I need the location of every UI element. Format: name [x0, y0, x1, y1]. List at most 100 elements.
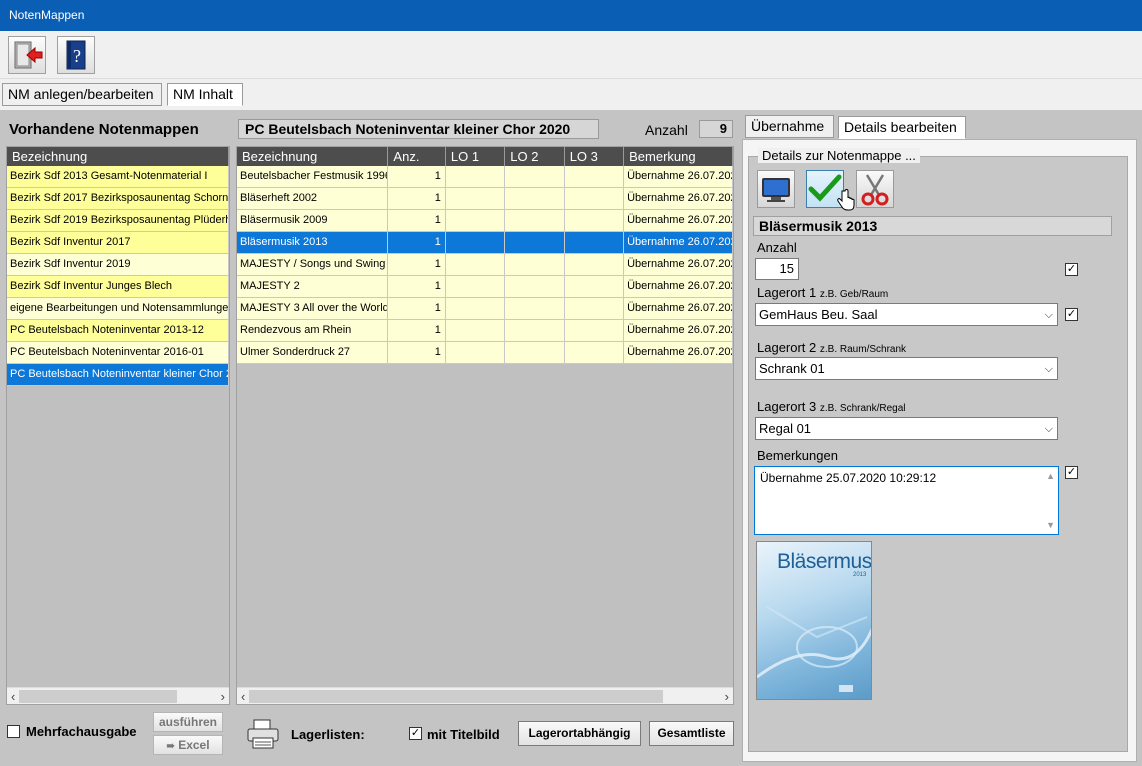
cut-button[interactable]: [856, 170, 894, 208]
list-item[interactable]: Bezirk Sdf 2017 Bezirksposaunentag Schor…: [7, 188, 229, 210]
notenmappen-rows: Bezirk Sdf 2013 Gesamt-Notenmaterial I Be…: [7, 166, 229, 386]
chevron-down-icon[interactable]: ⌵: [1045, 358, 1053, 380]
tab-nm-anlegen[interactable]: NM anlegen/bearbeiten: [2, 83, 162, 106]
scroll-thumb[interactable]: [19, 689, 178, 703]
bemerkungen-value: Übernahme 25.07.2020 10:29:12: [760, 471, 937, 485]
list-item[interactable]: Bezirk Sdf Inventur 2019: [7, 254, 229, 276]
table-row[interactable]: MAJESTY / Songs und Swing 1 Übernahme 26.0…: [237, 254, 733, 276]
lagerort3-select[interactable]: Regal 01 ⌵: [755, 417, 1058, 440]
table-cell-lo3: [565, 166, 625, 187]
help-button[interactable]: ?: [57, 36, 95, 74]
column-header[interactable]: LO 2: [505, 147, 565, 166]
mehrfachausgabe-label: Mehrfachausgabe: [26, 724, 137, 739]
table-row[interactable]: Bläserheft 2002 1 Übernahme 26.07.2020: [237, 188, 733, 210]
left-horizontal-scrollbar[interactable]: ‹ ›: [7, 687, 229, 704]
bemerkungen-checkbox[interactable]: ✓: [1065, 466, 1078, 479]
list-item[interactable]: PC Beutelsbach Noteninventar 2016-01: [7, 342, 229, 364]
count-value: 9: [699, 120, 733, 138]
scroll-left-icon[interactable]: ‹: [7, 689, 19, 704]
table-cell-lo3: [565, 188, 625, 209]
list-item[interactable]: Bezirk Sdf Inventur 2017: [7, 232, 229, 254]
column-header-bezeichnung[interactable]: Bezeichnung: [7, 147, 229, 166]
list-item-label: Bezirk Sdf 2017 Bezirksposaunentag Schor…: [7, 188, 229, 209]
lagerort1-value: GemHaus Beu. Saal: [759, 307, 878, 322]
list-item-label: Bezirk Sdf Inventur 2019: [7, 254, 229, 275]
table-cell-lo1: [446, 210, 506, 231]
table-cell-anz: 1: [388, 298, 446, 319]
lagerort1-hint: z.B. Geb/Raum: [819, 289, 889, 300]
arrow-right-icon: ➠: [166, 741, 175, 752]
column-header[interactable]: LO 1: [446, 147, 506, 166]
notenmappen-grid[interactable]: Bezeichnung Bezirk Sdf 2013 Gesamt-Noten…: [6, 146, 230, 705]
table-cell-lo1: [446, 320, 506, 341]
column-header[interactable]: Bemerkung: [624, 147, 733, 166]
lagerortabhaengig-button[interactable]: Lagerortabhängig: [518, 721, 641, 746]
lagerort1-select[interactable]: GemHaus Beu. Saal ⌵: [755, 303, 1058, 326]
exit-button[interactable]: [8, 36, 46, 74]
list-item[interactable]: Bezirk Sdf 2013 Gesamt-Notenmaterial I: [7, 166, 229, 188]
table-row[interactable]: Rendezvous am Rhein 1 Übernahme 26.07.2020: [237, 320, 733, 342]
printer-icon[interactable]: [246, 718, 280, 753]
tab-nm-inhalt[interactable]: NM Inhalt: [167, 83, 243, 106]
lagerort2-label: Lagerort 2 z.B. Raum/Schrank: [757, 340, 906, 355]
help-book-icon: ?: [66, 40, 86, 70]
anzahl-checkbox[interactable]: ✓: [1065, 263, 1078, 276]
mit-titelbild-checkbox[interactable]: ✓: [409, 727, 422, 740]
table-cell-lo1: [446, 254, 506, 275]
scroll-right-icon[interactable]: ›: [217, 689, 229, 704]
table-cell-bem: Übernahme 26.07.2020: [624, 254, 733, 275]
column-header[interactable]: Bezeichnung: [237, 147, 389, 166]
scroll-up-icon[interactable]: ▲: [1046, 471, 1055, 481]
table-row[interactable]: MAJESTY 2 1 Übernahme 26.07.2020: [237, 276, 733, 298]
list-item[interactable]: Bezirk Sdf Inventur Junges Blech: [7, 276, 229, 298]
chevron-down-icon[interactable]: ⌵: [1045, 304, 1053, 326]
list-item-label: eigene Bearbeitungen und Notensammlungen: [7, 298, 229, 319]
scroll-right-icon[interactable]: ›: [721, 689, 733, 704]
mehrfachausgabe-checkbox[interactable]: [7, 725, 20, 738]
table-cell-anz: 1: [388, 166, 446, 187]
inhalt-grid[interactable]: Bezeichnung Anz. LO 1 LO 2 LO 3 Bemerkung Beu…: [236, 146, 734, 705]
scroll-left-icon[interactable]: ‹: [237, 689, 249, 704]
chevron-down-icon[interactable]: ⌵: [1045, 418, 1053, 440]
list-item[interactable]: eigene Bearbeitungen und Notensammlungen: [7, 298, 229, 320]
scroll-down-icon[interactable]: ▼: [1046, 520, 1055, 530]
tab-uebernahme[interactable]: Übernahme: [745, 115, 834, 138]
table-row[interactable]: MAJESTY 3 All over the World 1 Übernahme 2…: [237, 298, 733, 320]
column-header[interactable]: LO 3: [565, 147, 625, 166]
lagerort2-label-text: Lagerort 2: [757, 340, 817, 355]
anzahl-input[interactable]: 15: [755, 258, 799, 280]
table-row[interactable]: Bläsermusik 2009 1 Übernahme 26.07.2020: [237, 210, 733, 232]
table-cell-lo3: [565, 276, 625, 297]
lagerort2-select[interactable]: Schrank 01 ⌵: [755, 357, 1058, 380]
table-cell-anz: 1: [388, 210, 446, 231]
list-item[interactable]: Bezirk Sdf 2019 Bezirksposaunentag Plüde…: [7, 210, 229, 232]
scroll-thumb[interactable]: [249, 689, 664, 703]
table-cell-lo1: [446, 166, 506, 187]
lagerort1-checkbox[interactable]: ✓: [1065, 308, 1078, 321]
ausfuehren-button[interactable]: ausführen: [153, 712, 223, 732]
gesamtliste-button[interactable]: Gesamtliste: [649, 721, 734, 746]
monitor-button[interactable]: [757, 170, 795, 208]
monitor-icon: [762, 178, 790, 202]
list-item[interactable]: PC Beutelsbach Noteninventar 2013-12: [7, 320, 229, 342]
tab-label: Übernahme: [751, 118, 825, 134]
table-row[interactable]: Beutelsbacher Festmusik 1996 1 Übernahme 2…: [237, 166, 733, 188]
tab-details-bearbeiten[interactable]: Details bearbeiten: [838, 116, 966, 139]
table-cell-lo1: [446, 188, 506, 209]
list-item[interactable]: PC Beutelsbach Noteninventar kleiner Cho…: [7, 364, 229, 386]
exit-door-icon: [14, 41, 43, 69]
save-check-button[interactable]: [806, 170, 855, 211]
center-horizontal-scrollbar[interactable]: ‹ ›: [237, 687, 733, 704]
column-header[interactable]: Anz.: [388, 147, 446, 166]
table-cell-bem: Übernahme 26.07.2020: [624, 276, 733, 297]
table-cell-anz: 1: [388, 276, 446, 297]
bemerkungen-textarea[interactable]: Übernahme 25.07.2020 10:29:12 ▲ ▼: [754, 466, 1059, 535]
list-item-label: Bezirk Sdf Inventur Junges Blech: [7, 276, 229, 297]
window-title-bar: NotenMappen: [0, 0, 1142, 31]
table-cell-lo2: [505, 298, 565, 319]
table-cell-name: Bläserheft 2002: [237, 188, 389, 209]
table-row[interactable]: Ulmer Sonderdruck 27 1 Übernahme 26.07.202…: [237, 342, 733, 364]
excel-button[interactable]: ➠ Excel: [153, 735, 223, 755]
left-heading: Vorhandene Notenmappen: [9, 121, 199, 138]
table-row[interactable]: Bläsermusik 2013 1 Übernahme 26.07.2020: [237, 232, 733, 254]
